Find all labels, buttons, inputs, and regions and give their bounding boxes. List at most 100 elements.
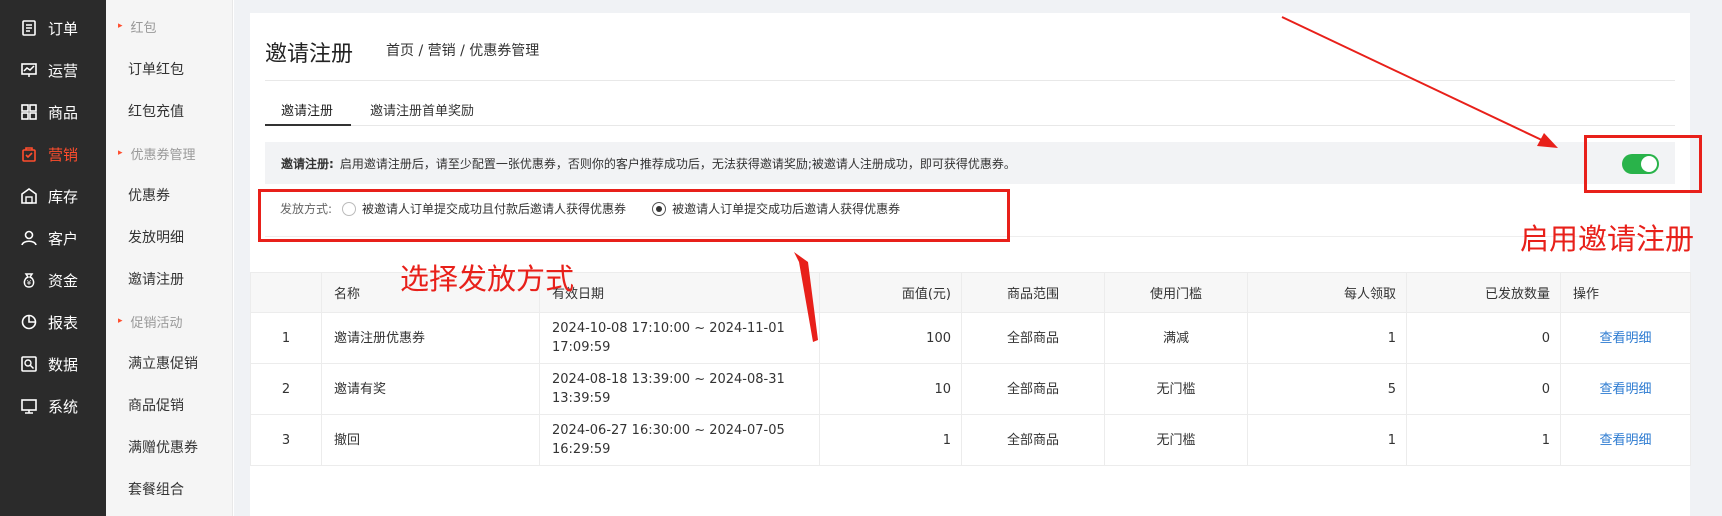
annotation-box-method xyxy=(258,189,1010,242)
cell-date: 2024-10-08 17:10:00 ~ 2024-11-01 17:09:59 xyxy=(539,312,820,364)
cell-issued: 0 xyxy=(1406,363,1561,415)
caret-right-icon: ▸ xyxy=(118,21,123,31)
subnav-item-coupon[interactable]: 优惠券 xyxy=(106,174,233,216)
date-end-time: 13:39:59 xyxy=(552,391,611,406)
subnav-group-label: 红包 xyxy=(130,20,157,36)
subnav-group-label: 优惠券管理 xyxy=(130,147,196,163)
annotation-text-select-method: 选择发放方式 xyxy=(400,262,575,296)
caret-right-icon: ▸ xyxy=(118,316,123,326)
subnav-label: 发放明细 xyxy=(128,230,184,246)
nav-label: 数据 xyxy=(48,355,79,374)
subnav-item-bundle[interactable]: 套餐组合 xyxy=(106,468,233,510)
date-end-time: 16:29:59 xyxy=(552,442,611,457)
cell-per-person: 1 xyxy=(1247,312,1407,364)
user-icon xyxy=(20,229,38,247)
subnav-label: 满赠优惠券 xyxy=(128,440,198,456)
nav-item-marketing[interactable]: 营销 xyxy=(0,133,106,175)
cell-action: 查看明细 xyxy=(1560,363,1691,415)
cell-index: 3 xyxy=(250,414,322,466)
col-header-scope: 商品范围 xyxy=(961,272,1105,313)
tab-invite-first-order-reward[interactable]: 邀请注册首单奖励 xyxy=(370,100,474,119)
subnav-item-invite-register[interactable]: 邀请注册 xyxy=(106,258,233,300)
subnav-item-instant-discount[interactable]: 满立惠促销 xyxy=(106,342,233,384)
notice-bar: 邀请注册: 启用邀请注册后，请至少配置一张优惠券，否则你的客户推荐成功后，无法获… xyxy=(265,142,1675,184)
cell-issued: 1 xyxy=(1406,414,1561,466)
subnav-label: 邀请注册 xyxy=(128,272,184,288)
nav-item-system[interactable]: 系统 xyxy=(0,385,106,427)
cell-date: 2024-06-27 16:30:00 ~ 2024-07-05 16:29:59 xyxy=(539,414,820,466)
nav-label: 客户 xyxy=(48,229,79,248)
view-detail-link[interactable]: 查看明细 xyxy=(1599,382,1651,397)
subnav-item-issue-detail[interactable]: 发放明细 xyxy=(106,216,233,258)
nav-label: 运营 xyxy=(48,61,79,80)
nav-item-operation[interactable]: 运营 xyxy=(0,49,106,91)
cell-name: 邀请有奖 xyxy=(321,363,540,415)
subnav-item-order-redpacket[interactable]: 订单红包 xyxy=(106,48,233,90)
cell-name: 撤回 xyxy=(321,414,540,466)
nav-label: 资金 xyxy=(48,271,79,290)
subnav-label: 商品促销 xyxy=(128,398,184,414)
date-range: 2024-08-18 13:39:00 ~ 2024-08-31 xyxy=(552,372,785,387)
col-header-index xyxy=(250,272,322,313)
title-divider xyxy=(265,80,1675,81)
tab-invite-register[interactable]: 邀请注册 xyxy=(281,100,333,119)
subnav-item-gift-coupon[interactable]: 满赠优惠券 xyxy=(106,426,233,468)
cell-name: 邀请注册优惠券 xyxy=(321,312,540,364)
nav-item-order[interactable]: 订单 xyxy=(0,7,106,49)
cell-scope: 全部商品 xyxy=(961,363,1105,415)
breadcrumb[interactable]: 首页 / 营销 / 优惠券管理 xyxy=(386,40,539,60)
table-row: 1 邀请注册优惠券 2024-10-08 17:10:00 ~ 2024-11-… xyxy=(250,312,1691,364)
cell-per-person: 1 xyxy=(1247,414,1407,466)
subnav-label: 优惠券 xyxy=(128,188,170,204)
nav-item-report[interactable]: 报表 xyxy=(0,301,106,343)
col-header-action: 操作 xyxy=(1560,272,1691,313)
subnav-group-label: 促销活动 xyxy=(130,315,183,331)
subnav-group-coupon[interactable]: ▸ 优惠券管理 xyxy=(106,132,233,174)
notice-text: 启用邀请注册后，请至少配置一张优惠券，否则你的客户推荐成功后，无法获得邀请奖励;… xyxy=(339,156,1016,171)
cell-threshold: 满减 xyxy=(1104,312,1248,364)
table-row: 2 邀请有奖 2024-08-18 13:39:00 ~ 2024-08-31 1… xyxy=(250,363,1691,415)
nav-label: 报表 xyxy=(48,313,79,332)
cell-threshold: 无门槛 xyxy=(1104,414,1248,466)
cell-per-person: 5 xyxy=(1247,363,1407,415)
cell-threshold: 无门槛 xyxy=(1104,363,1248,415)
page-title: 邀请注册 xyxy=(265,42,354,67)
cell-action: 查看明细 xyxy=(1560,414,1691,466)
order-icon xyxy=(20,19,38,37)
subnav-group-promotion[interactable]: ▸ 促销活动 xyxy=(106,300,233,342)
warehouse-icon xyxy=(20,187,38,205)
cell-scope: 全部商品 xyxy=(961,312,1105,364)
col-header-issued: 已发放数量 xyxy=(1406,272,1561,313)
report-icon xyxy=(20,313,38,331)
goods-icon xyxy=(20,103,38,121)
cell-value: 10 xyxy=(819,363,962,415)
date-end-time: 17:09:59 xyxy=(552,340,611,355)
data-icon xyxy=(20,355,38,373)
nav-label: 库存 xyxy=(48,187,79,206)
nav-item-warehouse[interactable]: 库存 xyxy=(0,175,106,217)
nav-item-data[interactable]: 数据 xyxy=(0,343,106,385)
view-detail-link[interactable]: 查看明细 xyxy=(1599,331,1651,346)
nav-item-customer[interactable]: 客户 xyxy=(0,217,106,259)
cell-action: 查看明细 xyxy=(1560,312,1691,364)
nav-label: 营销 xyxy=(48,145,79,164)
subnav-label: 红包充值 xyxy=(128,104,184,120)
col-header-face-value: 面值(元) xyxy=(819,272,962,313)
cell-date: 2024-08-18 13:39:00 ~ 2024-08-31 13:39:59 xyxy=(539,363,820,415)
nav-item-goods[interactable]: 商品 xyxy=(0,91,106,133)
view-detail-link[interactable]: 查看明细 xyxy=(1599,433,1651,448)
cell-value: 100 xyxy=(819,312,962,364)
col-header-per-person: 每人领取 xyxy=(1247,272,1407,313)
monitor-icon xyxy=(20,397,38,415)
date-range: 2024-10-08 17:10:00 ~ 2024-11-01 xyxy=(552,321,785,336)
nav-label: 订单 xyxy=(48,19,79,38)
sub-sidebar: ▸ 红包 订单红包 红包充值 ▸ 优惠券管理 优惠券 发放明细 邀请注册 ▸ 促销活动… xyxy=(106,0,233,516)
tab-active-indicator xyxy=(265,124,351,126)
subnav-group-redpacket[interactable]: ▸ 红包 xyxy=(106,5,233,47)
marketing-icon xyxy=(20,145,38,163)
col-header-valid-date: 有效日期 xyxy=(539,272,820,313)
table-row: 3 撤回 2024-06-27 16:30:00 ~ 2024-07-05 16:… xyxy=(250,414,1691,466)
subnav-item-redpacket-recharge[interactable]: 红包充值 xyxy=(106,90,233,132)
nav-item-money[interactable]: ¥ 资金 xyxy=(0,259,106,301)
subnav-item-goods-promotion[interactable]: 商品促销 xyxy=(106,384,233,426)
